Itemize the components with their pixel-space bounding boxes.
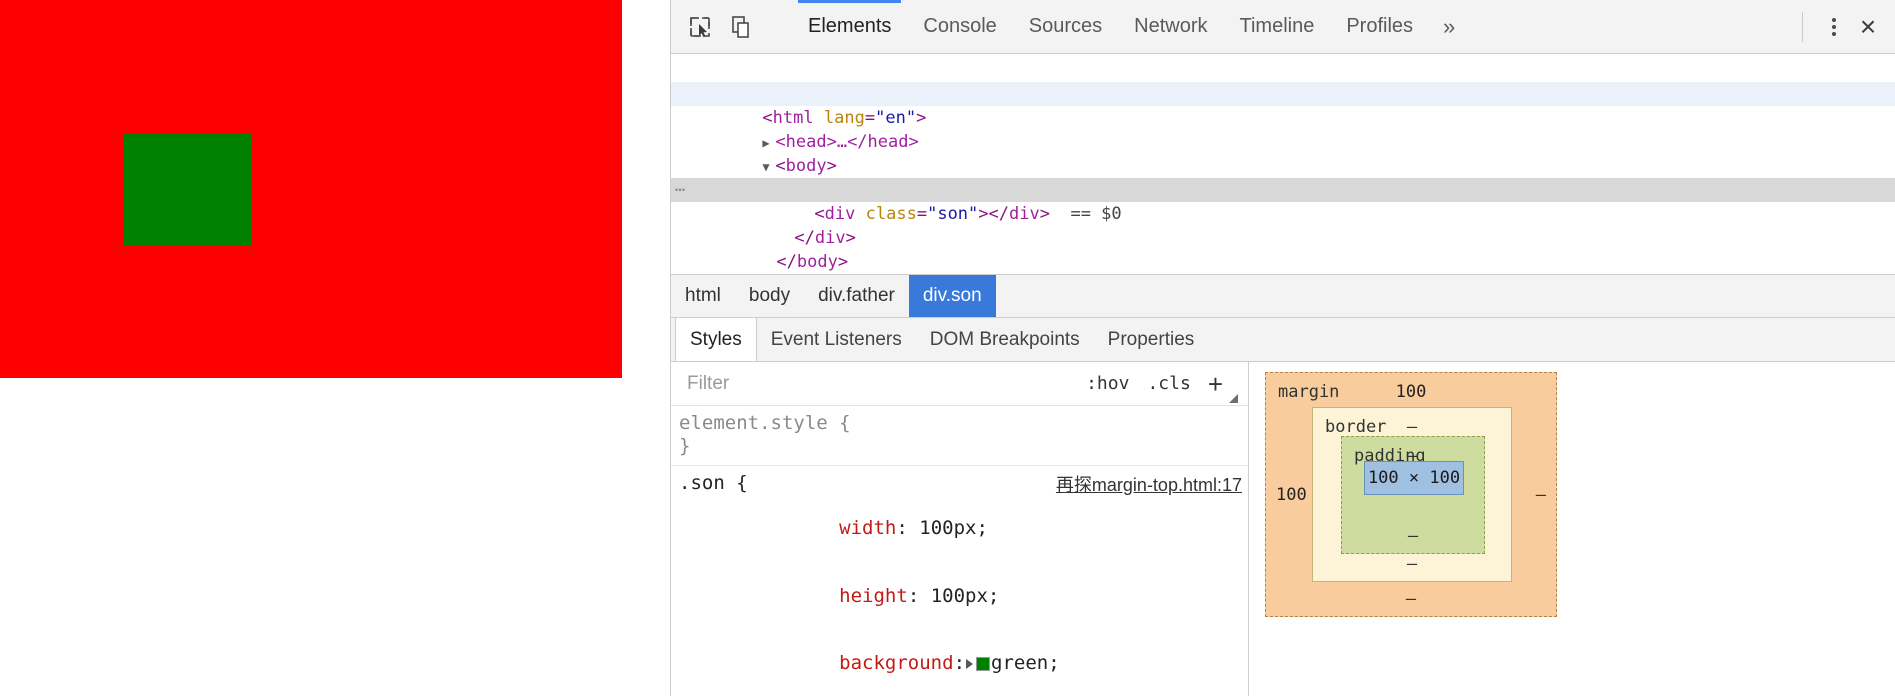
property-value: 100px;	[919, 517, 988, 539]
margin-left-value[interactable]: 100	[1276, 485, 1307, 505]
hov-toggle-button[interactable]: :hov	[1077, 373, 1138, 394]
dom-row[interactable]: ▶ <head>…</head>	[671, 106, 1895, 152]
tab-network[interactable]: Network	[1118, 0, 1223, 53]
declaration-background[interactable]: background: green;	[677, 630, 1248, 696]
tab-timeline-label: Timeline	[1239, 15, 1315, 37]
inspect-element-icon[interactable]	[685, 12, 715, 42]
color-swatch-group[interactable]	[965, 657, 991, 671]
property-name: height	[839, 584, 908, 607]
margin-bottom-value[interactable]: –	[1266, 589, 1556, 609]
device-toolbar-icon[interactable]	[727, 12, 757, 42]
css-rule-son[interactable]: .son { 再探margin-top.html:17 width: 100px…	[671, 466, 1248, 696]
margin-right-value[interactable]: –	[1536, 485, 1546, 505]
property-value: 100px;	[930, 584, 1000, 607]
margin-top-value[interactable]: 100	[1266, 382, 1556, 402]
tab-elements[interactable]: Elements	[792, 0, 907, 53]
declaration-height[interactable]: height: 100px;	[677, 562, 1248, 630]
tab-elements-label: Elements	[808, 15, 892, 37]
rendered-page-viewport	[0, 0, 670, 696]
tab-properties[interactable]: Properties	[1094, 318, 1209, 361]
devtools-toolbar: Elements Console Sources Network Timelin…	[671, 0, 1895, 54]
devtools-tab-strip: Elements Console Sources Network Timelin…	[792, 0, 1469, 53]
padding-bottom-value[interactable]: –	[1342, 526, 1484, 546]
box-model-padding[interactable]: padding – – 100 × 100	[1341, 436, 1485, 554]
styles-sidebar-tabs: Styles Event Listeners DOM Breakpoints P…	[671, 318, 1895, 362]
color-swatch-icon[interactable]	[976, 657, 991, 671]
breadcrumb-item-body[interactable]: body	[735, 275, 804, 317]
close-icon[interactable]: ×	[1851, 10, 1885, 44]
new-style-rule-button[interactable]: +	[1200, 371, 1229, 397]
filter-input[interactable]	[685, 371, 1078, 396]
toolbar-right-divider	[1802, 11, 1803, 42]
styles-filter-bar: :hov .cls +	[671, 362, 1248, 406]
declaration-width[interactable]: width: 100px;	[677, 495, 1248, 563]
kebab-menu-icon[interactable]	[1819, 12, 1849, 42]
border-bottom-value[interactable]: –	[1313, 554, 1511, 574]
border-top-value[interactable]: –	[1313, 417, 1511, 437]
dom-row[interactable]: </div>	[671, 202, 1895, 248]
property-name: width	[839, 517, 897, 539]
dom-row[interactable]: <html lang="en">	[671, 82, 1895, 128]
box-model-margin[interactable]: margin 100 100 – – border – – padding – …	[1265, 372, 1557, 617]
tab-profiles-label: Profiles	[1346, 15, 1414, 37]
css-rule-element-style[interactable]: element.style { }	[671, 406, 1248, 466]
tab-profiles[interactable]: Profiles	[1330, 0, 1429, 53]
resize-corner-icon[interactable]	[1229, 394, 1238, 403]
more-tabs-icon[interactable]: »	[1429, 0, 1469, 53]
css-rules-list: element.style { } .son { 再探margin-top.ht…	[671, 406, 1248, 696]
hidden-children-dots[interactable]: ⋯	[675, 178, 686, 202]
tab-console-label: Console	[923, 15, 997, 37]
dom-tree[interactable]: <!DOCTYPE html> <html lang="en"> ▶<head>…	[671, 54, 1895, 274]
div-son-box	[124, 133, 252, 245]
styles-pane: :hov .cls + element.style { } .son { 再探m…	[671, 362, 1249, 696]
div-father-box	[0, 0, 622, 378]
box-model-content-size[interactable]: 100 × 100	[1364, 461, 1464, 495]
box-model-pane: margin 100 100 – – border – – padding – …	[1249, 362, 1895, 696]
expand-shorthand-icon[interactable]	[966, 659, 974, 669]
toolbar-right-group: ×	[1788, 0, 1895, 53]
breadcrumb: html body div.father div.son	[671, 274, 1895, 318]
dom-row[interactable]: <!DOCTYPE html>	[671, 58, 1895, 104]
tab-dom-breakpoints[interactable]: DOM Breakpoints	[916, 318, 1094, 361]
breadcrumb-item-div-father[interactable]: div.father	[804, 275, 909, 317]
tab-timeline[interactable]: Timeline	[1224, 0, 1331, 53]
dom-row[interactable]: </body>	[671, 226, 1895, 272]
property-value: green;	[991, 652, 1060, 674]
stylesheet-source-link[interactable]: 再探margin-top.html:17	[1056, 474, 1242, 497]
element-style-close: }	[679, 434, 691, 457]
tab-network-label: Network	[1134, 15, 1208, 37]
tab-sources[interactable]: Sources	[1013, 0, 1118, 53]
toolbar-icon-group	[671, 0, 792, 53]
dom-row[interactable]: ▼ <body>	[671, 130, 1895, 176]
box-model-border[interactable]: border – – padding – – 100 × 100	[1312, 407, 1512, 582]
cls-toggle-button[interactable]: .cls	[1138, 373, 1199, 394]
breadcrumb-item-html[interactable]: html	[671, 275, 735, 317]
dom-row-selected[interactable]: ⋯ <div class="son"></div> == $0	[671, 178, 1895, 224]
element-style-selector: element.style {	[679, 412, 851, 434]
tab-event-listeners[interactable]: Event Listeners	[757, 318, 916, 361]
tab-sources-label: Sources	[1028, 15, 1103, 37]
breadcrumb-item-div-son[interactable]: div.son	[908, 275, 996, 317]
tab-console[interactable]: Console	[907, 0, 1012, 53]
tab-styles[interactable]: Styles	[675, 318, 757, 361]
devtools-panel: Elements Console Sources Network Timelin…	[670, 0, 1895, 696]
styles-area: :hov .cls + element.style { } .son { 再探m…	[671, 362, 1895, 696]
dom-row[interactable]: ▼<div class="father">	[671, 154, 1895, 200]
property-name: background	[839, 652, 954, 674]
